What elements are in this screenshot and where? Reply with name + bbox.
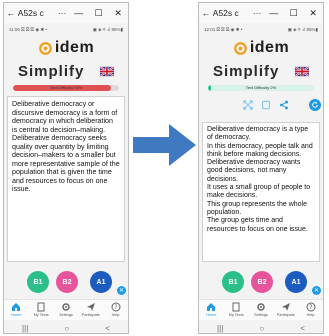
maximize-button[interactable]: ☐ (89, 8, 109, 19)
maximize-button[interactable]: ☐ (284, 8, 304, 19)
recents-button[interactable]: ||| (22, 324, 28, 333)
home-icon (12, 303, 21, 311)
idem-logo-icon (233, 41, 247, 55)
level-b1-button[interactable]: B1 (27, 271, 49, 293)
document-icon (232, 302, 240, 312)
svg-text:?: ? (309, 304, 312, 311)
bottom-navbar: Home My Texts Settings Participate ? Hel… (4, 299, 128, 320)
device-statusbar: 11:06 ⛝ ⛝ ⛝ ◉ ✱ • ▣ ◈ ⍟ .ıl 85%▮ (4, 24, 128, 36)
uk-flag-icon[interactable] (100, 66, 114, 77)
text-toolbar (199, 97, 323, 113)
logo-wordmark: idem (249, 39, 290, 56)
source-text: Deliberative democracy or discursive dem… (12, 100, 120, 193)
gear-icon (257, 303, 265, 311)
level-b2-button[interactable]: B2 (56, 271, 78, 293)
simplified-text-card[interactable]: Deliberative democracy is a type of demo… (202, 122, 320, 262)
nav-my-texts[interactable]: My Texts (225, 302, 247, 317)
expand-icon[interactable] (241, 98, 255, 112)
page-title: Simplify (213, 63, 280, 80)
home-button[interactable]: ○ (64, 324, 69, 333)
uk-flag-icon[interactable] (295, 66, 309, 77)
transition-arrow-icon (133, 124, 196, 166)
close-button[interactable]: ✕ (303, 8, 323, 19)
back-button[interactable]: < (300, 324, 305, 333)
nav-home[interactable]: Home (5, 302, 27, 317)
help-icon: ? (306, 302, 316, 312)
status-time: 12:01 ⛝ ⛝ ⛝ ◉ ✱ • (204, 27, 243, 32)
nav-participate[interactable]: Participate (275, 302, 297, 317)
level-selector: B1 B2 A1 ✕ (4, 271, 128, 297)
phone-after: ← A52s c ··· — ☐ ✕ 12:01 ⛝ ⛝ ⛝ ◉ ✱ • ▣ ◈… (198, 2, 324, 334)
status-icons: ▣ ◈ ⍟ .ıl 85%▮ (92, 27, 123, 32)
bottom-navbar: Home My Texts Settings Participate ? Hel… (199, 299, 323, 320)
level-b1-button[interactable]: B1 (222, 271, 244, 293)
close-button[interactable]: ✕ (108, 8, 128, 19)
close-levels-icon[interactable]: ✕ (312, 286, 321, 295)
back-button[interactable]: < (105, 324, 110, 333)
difficulty-bar: Text Difficulty 92% (13, 85, 119, 91)
source-text-card[interactable]: Deliberative democracy or discursive dem… (7, 96, 125, 262)
send-icon (281, 303, 290, 311)
nav-my-texts-label: My Texts (228, 313, 244, 317)
phone-before: ← A52s c ··· — ☐ ✕ 11:06 ⛝ ⛝ ⛝ ◉ ✱ • ▣ ◈… (3, 2, 129, 334)
nav-settings[interactable]: Settings (55, 302, 77, 317)
svg-text:?: ? (114, 304, 117, 311)
nav-home-label: Home (11, 313, 22, 317)
refresh-button[interactable] (309, 99, 321, 111)
minimize-button[interactable]: — (264, 8, 284, 18)
system-navbar: ||| ○ < (199, 321, 323, 333)
nav-my-texts-label: My Texts (33, 313, 49, 317)
document-icon (37, 302, 45, 312)
close-levels-icon[interactable]: ✕ (117, 286, 126, 295)
more-options-icon[interactable]: ··· (250, 8, 264, 18)
share-icon[interactable] (277, 98, 291, 112)
nav-settings-label: Settings (254, 313, 268, 317)
refresh-icon (312, 101, 318, 108)
nav-settings-label: Settings (59, 313, 73, 317)
difficulty-bar: Text Difficulty 2% (208, 85, 314, 91)
back-arrow-icon[interactable]: ← (199, 8, 213, 18)
app-logo: idem (199, 36, 323, 60)
nav-help[interactable]: ? Help (105, 302, 127, 317)
simplified-text: Deliberative democracy is a type of demo… (207, 126, 313, 233)
device-statusbar: 12:01 ⛝ ⛝ ⛝ ◉ ✱ • ▣ ◈ ⍟ .ıl 85%▮ (199, 24, 323, 36)
nav-home-label: Home (206, 313, 217, 317)
nav-participate-label: Participate (81, 313, 100, 317)
system-navbar: ||| ○ < (4, 321, 128, 333)
nav-participate[interactable]: Participate (80, 302, 102, 317)
level-b2-button[interactable]: B2 (251, 271, 273, 293)
nav-help-label: Help (306, 313, 315, 317)
minimize-button[interactable]: — (69, 8, 89, 18)
more-options-icon[interactable]: ··· (55, 8, 69, 18)
window-titlebar: ← A52s c ··· — ☐ ✕ (199, 3, 323, 23)
nav-home[interactable]: Home (200, 302, 222, 317)
nav-participate-label: Participate (276, 313, 295, 317)
page-title: Simplify (18, 63, 85, 80)
idem-logo-icon (38, 41, 52, 55)
window-titlebar: ← A52s c ··· — ☐ ✕ (4, 3, 128, 23)
level-a1-button[interactable]: A1 (285, 271, 307, 293)
nav-settings[interactable]: Settings (250, 302, 272, 317)
level-a1-button[interactable]: A1 (90, 271, 112, 293)
status-icons: ▣ ◈ ⍟ .ıl 85%▮ (287, 27, 318, 32)
window-title: A52s c (17, 8, 44, 18)
status-time: 11:06 ⛝ ⛝ ⛝ ◉ ✱ • (9, 27, 47, 32)
app-logo: idem (4, 36, 128, 60)
copy-icon[interactable] (259, 98, 273, 112)
home-button[interactable]: ○ (259, 324, 264, 333)
level-selector: B1 B2 A1 ✕ (199, 271, 323, 297)
logo-wordmark: idem (54, 39, 95, 56)
difficulty-label: Text Difficulty 2% (245, 85, 277, 90)
gear-icon (62, 303, 70, 311)
nav-my-texts[interactable]: My Texts (30, 302, 52, 317)
nav-help[interactable]: ? Help (300, 302, 322, 317)
difficulty-label: Text Difficulty 92% (49, 85, 83, 90)
help-icon: ? (111, 302, 121, 312)
send-icon (86, 303, 95, 311)
nav-help-label: Help (111, 313, 120, 317)
window-title: A52s c (212, 8, 239, 18)
home-icon (207, 303, 216, 311)
back-arrow-icon[interactable]: ← (4, 8, 18, 18)
recents-button[interactable]: ||| (217, 324, 223, 333)
